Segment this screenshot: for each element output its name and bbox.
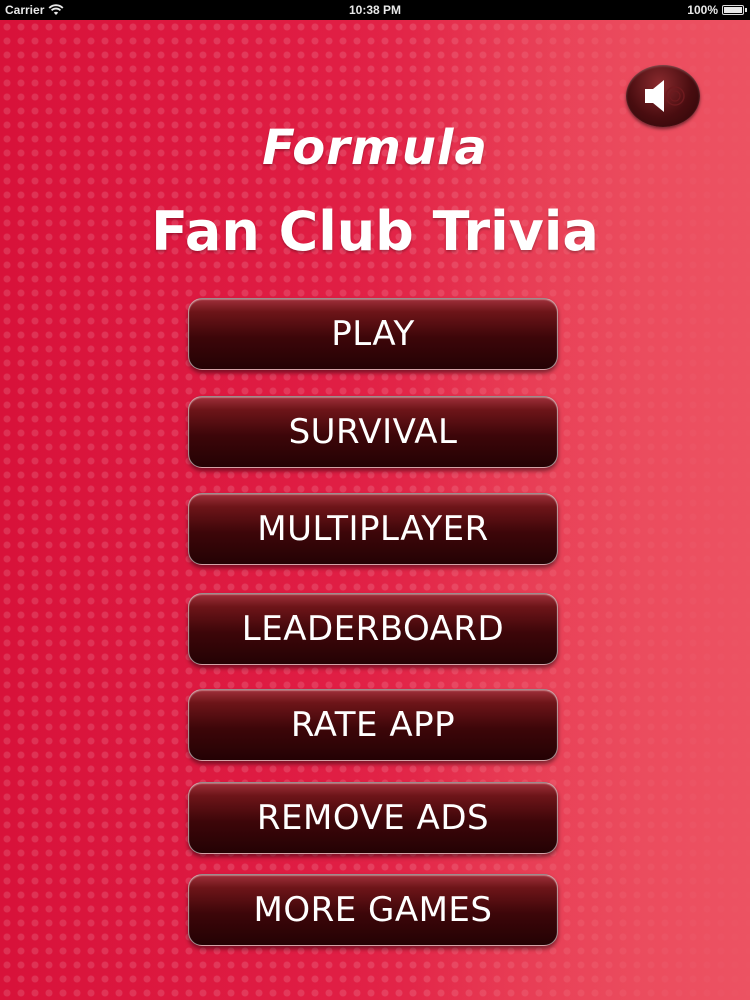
multiplayer-button[interactable]: MULTIPLAYER xyxy=(188,493,558,565)
battery-percent: 100% xyxy=(687,3,718,17)
app-title-formula: Formula xyxy=(262,120,488,176)
rate-app-button[interactable]: RATE APP xyxy=(188,689,558,761)
app-title-subtitle: Fan Club Trivia xyxy=(151,200,599,263)
battery-fill xyxy=(724,7,742,13)
more-games-button[interactable]: MORE GAMES xyxy=(188,874,558,946)
leaderboard-button[interactable]: LEADERBOARD xyxy=(188,593,558,665)
battery-icon xyxy=(722,5,747,15)
status-bar: Carrier 10:38 PM 100% xyxy=(0,0,750,20)
status-time: 10:38 PM xyxy=(348,3,402,17)
play-button[interactable]: PLAY xyxy=(188,298,558,370)
remove-ads-button[interactable]: REMOVE ADS xyxy=(188,782,558,854)
sound-toggle-button[interactable] xyxy=(626,65,700,127)
survival-button[interactable]: SURVIVAL xyxy=(188,396,558,468)
speaker-icon xyxy=(645,80,685,112)
battery-group: 100% xyxy=(687,3,747,17)
main-screen: Formula Fan Club Trivia PLAY SURVIVAL MU… xyxy=(0,20,750,1000)
